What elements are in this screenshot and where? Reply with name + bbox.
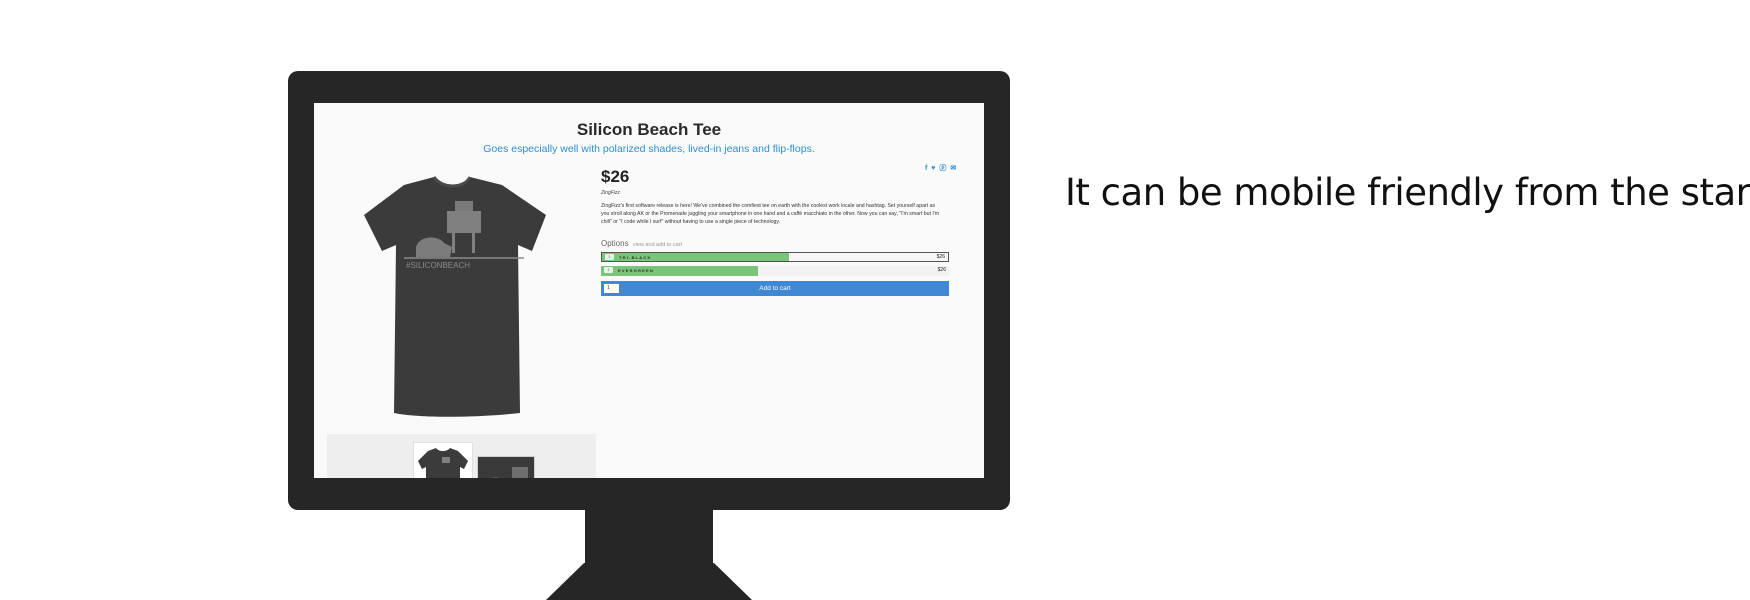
product-price: $26	[601, 167, 630, 186]
variant-price: $26	[937, 267, 946, 273]
thumbnail-2[interactable]	[477, 456, 535, 478]
slide-tagline: It can be mobile friendly from the start…	[1065, 171, 1750, 214]
product-title: Silicon Beach Tee	[576, 120, 722, 139]
shirt-print-text: #SILICONBEACH	[406, 261, 470, 270]
variant-qty[interactable]: 1	[604, 267, 613, 273]
variant-label: TRI-BLACK	[619, 255, 652, 260]
variant-option-evergreen[interactable]: 1 EVERGREEN $26	[601, 266, 949, 276]
product-vendor[interactable]: ZingFizz	[601, 190, 620, 196]
variant-qty[interactable]: 1	[605, 254, 614, 260]
product-tagline: Goes especially well with polarized shad…	[483, 143, 815, 155]
monitor-screen: Silicon Beach Tee Goes especially well w…	[314, 103, 984, 478]
tshirt-thumbnail-icon	[418, 448, 468, 478]
product-image[interactable]: #SILICONBEACH	[334, 163, 568, 418]
options-title: Options	[601, 239, 629, 248]
thumbnail-gallery	[327, 434, 596, 478]
variant-price: $26	[936, 254, 945, 260]
product-description: ZingFizz's first software release is her…	[601, 203, 940, 225]
variant-option-tri-black[interactable]: 1 TRI-BLACK $26	[601, 252, 949, 262]
monitor-neck	[585, 508, 713, 564]
add-to-cart-label: Add to cart	[759, 285, 791, 292]
options-subtitle: view and add to cart	[632, 242, 683, 248]
thumbnail-1[interactable]	[413, 442, 473, 478]
variant-label: EVERGREEN	[618, 268, 654, 273]
add-to-cart-button[interactable]: 1 Add to cart	[601, 281, 949, 296]
options-header: Options view and add to cart	[601, 239, 682, 248]
print-closeup-icon	[492, 467, 528, 478]
share-icons[interactable]: f ♥ ⓟ ✉	[925, 163, 957, 173]
monitor-base	[546, 563, 752, 600]
